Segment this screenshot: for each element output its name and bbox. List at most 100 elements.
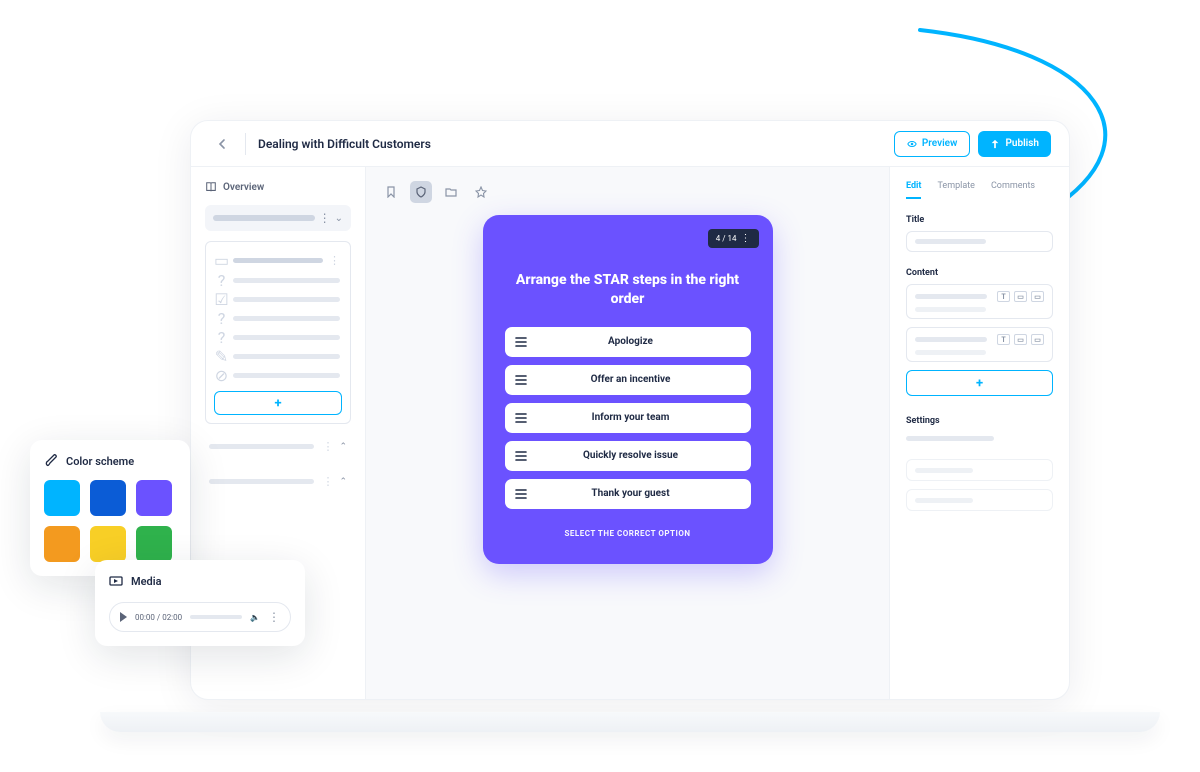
text-icon[interactable]: T <box>997 291 1010 302</box>
option-label: Apologize <box>541 336 721 347</box>
slide-card: 4 / 14⋮ Arrange the STAR steps in the ri… <box>483 215 773 564</box>
more-icon[interactable]: ⋮ <box>315 211 335 225</box>
preview-button[interactable]: Preview <box>894 131 971 157</box>
check-icon: ⊘ <box>216 370 227 381</box>
color-swatch[interactable] <box>136 480 172 516</box>
color-swatch[interactable] <box>44 526 80 562</box>
tab-edit[interactable]: Edit <box>906 181 921 199</box>
lesson-item[interactable]: ? <box>214 271 342 290</box>
drag-icon[interactable] <box>515 337 527 347</box>
seek-track[interactable] <box>190 615 242 619</box>
settings-field[interactable] <box>906 489 1053 511</box>
chevron-down-icon[interactable]: ⌄ <box>335 213 343 224</box>
text-icon[interactable]: T <box>997 334 1010 345</box>
document-title: Dealing with Difficult Customers <box>258 137 431 151</box>
slide-heading: Arrange the STAR steps in the right orde… <box>505 271 751 309</box>
color-swatch[interactable] <box>44 480 80 516</box>
tab-template[interactable]: Template <box>937 181 974 199</box>
panel-tabs: Edit Template Comments <box>906 181 1053 199</box>
add-content-button[interactable]: + <box>906 370 1053 396</box>
publish-label: Publish <box>1005 138 1039 149</box>
question-icon: ? <box>216 275 227 286</box>
play-icon[interactable] <box>120 612 127 622</box>
overview-label: Overview <box>223 182 264 193</box>
star-tool[interactable] <box>470 181 492 203</box>
add-lesson-button[interactable]: + <box>214 391 342 415</box>
book-icon <box>205 181 217 193</box>
video-icon[interactable]: ▭ <box>1031 291 1044 302</box>
title-input[interactable] <box>906 231 1053 252</box>
lesson-item[interactable]: ? <box>214 328 342 347</box>
content-block[interactable]: T ▭ ▭ <box>906 327 1053 362</box>
canvas-toolbar <box>380 181 875 203</box>
slide-cta: SELECT THE CORRECT OPTION <box>505 529 751 538</box>
preview-label: Preview <box>922 138 958 149</box>
chevron-up-icon: ⌃ <box>339 442 347 452</box>
bookmark-tool[interactable] <box>380 181 402 203</box>
drag-icon[interactable] <box>515 451 527 461</box>
title-label: Title <box>906 215 1053 225</box>
collapsed-section[interactable]: ⋮⌃ <box>205 434 351 459</box>
app-window: Dealing with Difficult Customers Preview… <box>190 120 1070 700</box>
sort-option[interactable]: Thank your guest <box>505 479 751 509</box>
image-icon[interactable]: ▭ <box>1014 334 1027 345</box>
question-icon: ? <box>216 313 227 324</box>
image-icon[interactable]: ▭ <box>1014 291 1027 302</box>
drag-icon[interactable] <box>515 375 527 385</box>
tab-comments[interactable]: Comments <box>991 181 1035 199</box>
more-icon[interactable]: ⋮ <box>268 610 280 624</box>
pencil-icon: ✎ <box>216 351 227 362</box>
media-panel: Media 00:00 / 02:00 🔈 ⋮ <box>95 560 305 646</box>
settings-placeholder <box>906 436 994 441</box>
lesson-item[interactable]: ▭⋮ <box>214 250 342 271</box>
settings-field[interactable] <box>906 459 1053 481</box>
card-icon: ▭ <box>216 255 227 266</box>
drag-icon[interactable] <box>515 413 527 423</box>
publish-button[interactable]: Publish <box>978 131 1051 157</box>
content-label: Content <box>906 268 1053 278</box>
lesson-item[interactable]: ☑ <box>214 290 342 309</box>
player-time: 00:00 / 02:00 <box>135 613 182 622</box>
drag-icon[interactable] <box>515 489 527 499</box>
right-panel: Edit Template Comments Title Content T ▭… <box>889 167 1069 699</box>
sort-option[interactable]: Offer an incentive <box>505 365 751 395</box>
settings-label: Settings <box>906 416 1053 426</box>
back-button[interactable] <box>209 131 235 157</box>
overview-header: Overview <box>205 181 351 193</box>
color-swatch[interactable] <box>90 480 126 516</box>
publish-icon <box>990 139 1000 149</box>
lesson-item[interactable]: ? <box>214 309 342 328</box>
media-title: Media <box>131 575 162 588</box>
laptop-base <box>100 712 1160 732</box>
slide-counter[interactable]: 4 / 14⋮ <box>708 229 759 248</box>
chevron-up-icon: ⌃ <box>339 477 347 487</box>
lesson-item[interactable]: ⊘ <box>214 366 342 385</box>
brush-icon <box>44 454 58 468</box>
content-block[interactable]: T ▭ ▭ <box>906 284 1053 319</box>
top-bar: Dealing with Difficult Customers Preview… <box>191 121 1069 167</box>
sort-option[interactable]: Quickly resolve issue <box>505 441 751 471</box>
media-icon <box>109 574 123 588</box>
option-label: Thank your guest <box>541 488 721 499</box>
video-icon[interactable]: ▭ <box>1031 334 1044 345</box>
lesson-list: ▭⋮ ? ☑ ? ? ✎ ⊘ + <box>205 241 351 424</box>
sort-option[interactable]: Apologize <box>505 327 751 357</box>
shield-tool[interactable] <box>410 181 432 203</box>
color-scheme-panel: Color scheme <box>30 440 190 576</box>
color-scheme-title: Color scheme <box>66 455 134 468</box>
color-swatch[interactable] <box>136 526 172 562</box>
color-swatch[interactable] <box>90 526 126 562</box>
volume-icon[interactable]: 🔈 <box>250 613 260 622</box>
option-label: Offer an incentive <box>541 374 721 385</box>
collapsed-section[interactable]: ⋮⌃ <box>205 469 351 494</box>
canvas: 4 / 14⋮ Arrange the STAR steps in the ri… <box>366 167 889 699</box>
section-row[interactable]: ⋮⌄ <box>205 205 351 231</box>
lesson-item[interactable]: ✎ <box>214 347 342 366</box>
folder-tool[interactable] <box>440 181 462 203</box>
audio-player[interactable]: 00:00 / 02:00 🔈 ⋮ <box>109 602 291 632</box>
checklist-icon: ☑ <box>216 294 227 305</box>
option-label: Quickly resolve issue <box>541 450 721 461</box>
divider <box>245 133 246 155</box>
sort-option[interactable]: Inform your team <box>505 403 751 433</box>
option-label: Inform your team <box>541 412 721 423</box>
